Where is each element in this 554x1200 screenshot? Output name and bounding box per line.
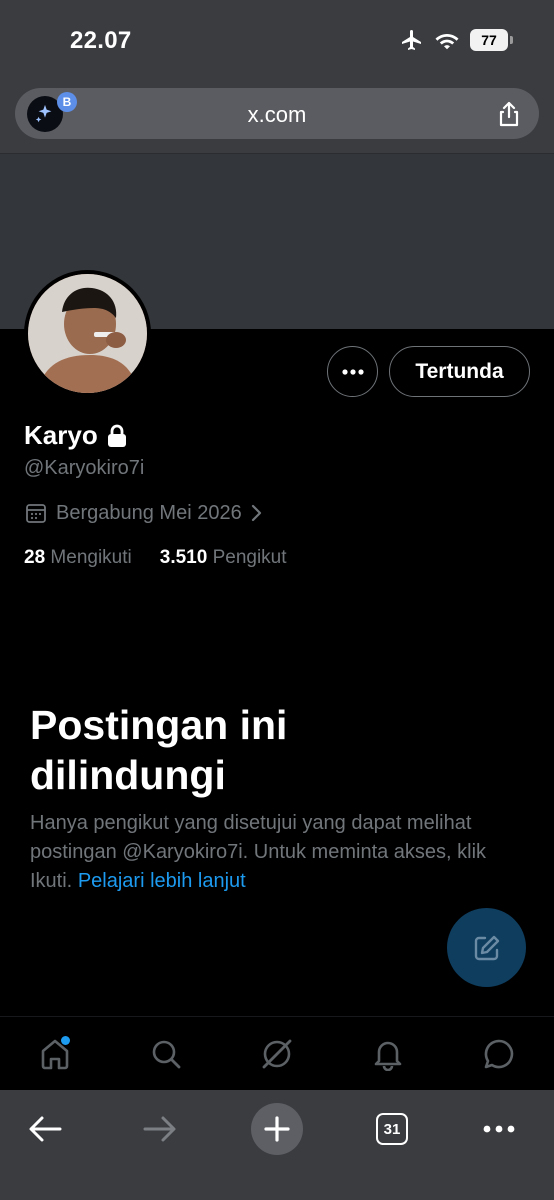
lock-icon: [107, 424, 126, 447]
nav-home[interactable]: [25, 1024, 85, 1084]
url-text[interactable]: x.com: [15, 102, 539, 128]
nav-notifications[interactable]: [358, 1024, 418, 1084]
arrow-right-icon: [143, 1116, 176, 1142]
joined-date-row[interactable]: Bergabung Mei 2026: [24, 501, 264, 525]
protected-description: Hanya pengikut yang disetujui yang dapat…: [30, 809, 530, 896]
protected-title: Postingan ini dilindungi: [30, 702, 288, 798]
more-dots-icon: [341, 368, 364, 375]
compose-icon: [474, 935, 499, 960]
wifi-icon: [435, 34, 459, 50]
browser-top-chrome: 22.07 77 B x.com: [0, 0, 554, 153]
profile-display-name-row: Karyo: [24, 420, 128, 451]
browser-toolbar: 31: [0, 1090, 554, 1200]
compose-post-button[interactable]: [447, 908, 526, 987]
profile-handle: @Karyokiro7i: [24, 457, 145, 479]
followers-count: 3.510: [159, 547, 208, 568]
display-name: Karyo: [24, 420, 98, 450]
follow-stats: 28 Mengikuti 3.510 Pengikut: [24, 547, 287, 569]
nav-search[interactable]: [136, 1024, 196, 1084]
share-icon[interactable]: [495, 100, 523, 128]
chat-bubble-icon: [484, 1039, 513, 1068]
tabs-button[interactable]: 31: [365, 1102, 419, 1156]
plus-icon: [251, 1103, 303, 1155]
more-dots-icon: [483, 1125, 515, 1133]
airplane-icon: [402, 30, 421, 50]
tabs-count: 31: [376, 1113, 408, 1145]
calendar-icon: [26, 504, 46, 523]
chevron-right-icon: [251, 504, 261, 522]
forward-button[interactable]: [133, 1102, 187, 1156]
nav-grok[interactable]: [247, 1024, 307, 1084]
more-options-button[interactable]: [327, 346, 378, 397]
following-count: 28: [24, 547, 46, 568]
notification-dot: [61, 1035, 71, 1045]
status-time: 22.07: [70, 27, 132, 54]
search-icon: [152, 1040, 181, 1068]
battery-level: 77: [481, 32, 497, 48]
back-button[interactable]: [18, 1102, 72, 1156]
followers-label: Pengikut: [212, 547, 287, 568]
new-tab-button[interactable]: [250, 1102, 304, 1156]
joined-text: Bergabung Mei 2026: [56, 501, 242, 524]
bottom-navigation: [0, 1016, 554, 1090]
avatar[interactable]: [24, 270, 151, 397]
url-bar[interactable]: B x.com: [15, 88, 539, 139]
status-icons: 77: [400, 28, 513, 52]
battery-indicator: 77: [470, 29, 513, 51]
following-label: Mengikuti: [50, 547, 132, 568]
followers-link[interactable]: 3.510 Pengikut: [160, 547, 287, 569]
avatar-photo: [28, 274, 147, 393]
browser-menu-button[interactable]: [472, 1102, 526, 1156]
nav-messages[interactable]: [469, 1024, 529, 1084]
learn-more-link[interactable]: Pelajari lebih lanjut: [78, 870, 246, 892]
pending-follow-button[interactable]: Tertunda: [389, 346, 530, 397]
following-link[interactable]: 28 Mengikuti: [24, 547, 132, 569]
bell-icon: [374, 1041, 402, 1071]
grok-icon: [262, 1039, 292, 1068]
arrow-left-icon: [29, 1116, 62, 1142]
